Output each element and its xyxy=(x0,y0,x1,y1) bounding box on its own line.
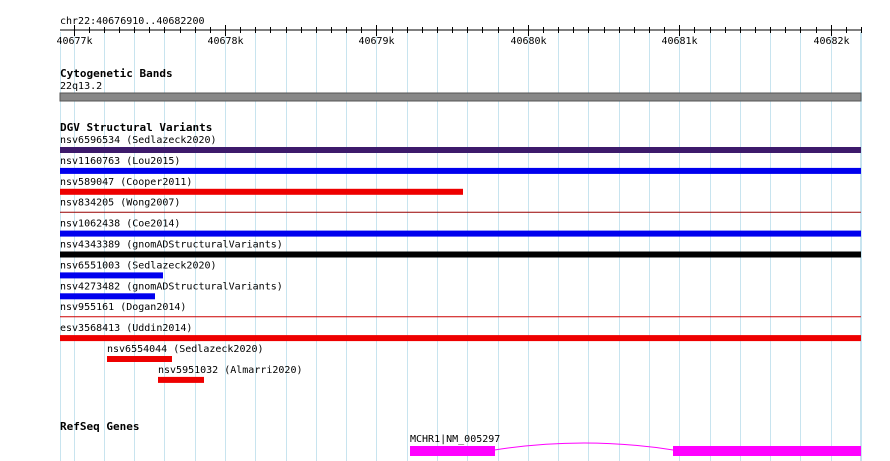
dgv-feature-bar[interactable] xyxy=(60,293,155,300)
dgv-feature-label: nsv955161 (Dogan2014) xyxy=(60,302,186,313)
refseq-track-title: RefSeq Genes xyxy=(60,420,139,433)
dgv-feature-bar[interactable] xyxy=(158,376,204,383)
dgv-feature-label: nsv6596534 (Sedlazeck2020) xyxy=(60,135,217,146)
dgv-feature-bar[interactable] xyxy=(60,272,163,279)
dgv-feature-label: nsv589047 (Cooper2011) xyxy=(60,177,192,188)
gene-exon[interactable] xyxy=(673,446,861,456)
gene-intron xyxy=(494,442,674,451)
cytoband-label: 22q13.2 xyxy=(60,81,102,92)
dgv-feature-bar[interactable] xyxy=(60,188,463,195)
dgv-track-title: DGV Structural Variants xyxy=(60,121,212,134)
dgv-feature-label: nsv6554044 (Sedlazeck2020) xyxy=(107,344,264,355)
dgv-feature-label: nsv834205 (Wong2007) xyxy=(60,198,180,209)
gene-label: MCHR1|NM_005297 xyxy=(410,434,500,445)
dgv-feature-bar[interactable] xyxy=(60,251,861,258)
dgv-feature[interactable]: nsv6551003 (Sedlazeck2020) xyxy=(60,260,217,279)
dgv-feature-label: nsv1062438 (Coe2014) xyxy=(60,219,180,230)
dgv-feature-label: nsv6551003 (Sedlazeck2020) xyxy=(60,260,217,271)
gene-exon[interactable] xyxy=(410,446,495,456)
ruler-tick-label: 40681k xyxy=(661,36,697,47)
dgv-feature[interactable]: nsv5951032 (Almarri2020) xyxy=(158,365,303,383)
location-label: chr22:40676910..40682200 xyxy=(60,16,205,27)
ruler-tick-label: 40679k xyxy=(358,36,394,47)
dgv-feature-label: nsv1160763 (Lou2015) xyxy=(60,156,180,167)
dgv-feature-bar[interactable] xyxy=(60,230,861,237)
ruler-tick-label: 40678k xyxy=(207,36,243,47)
dgv-feature[interactable]: nsv6554044 (Sedlazeck2020) xyxy=(107,344,264,362)
ruler-tick-label: 40677k xyxy=(56,36,92,47)
dgv-feature-bar[interactable] xyxy=(60,147,861,153)
genome-browser-view: chr22:40676910..40682200 40677k 40678k 406… xyxy=(56,16,862,461)
dgv-feature[interactable]: nsv589047 (Cooper2011) xyxy=(60,177,463,195)
dgv-feature-bar[interactable] xyxy=(60,167,861,174)
dgv-feature-label: nsv4273482 (gnomADStructuralVariants) xyxy=(60,281,283,292)
ruler-tick-label: 40680k xyxy=(510,36,546,47)
dgv-feature-label: esv3568413 (Uddin2014) xyxy=(60,323,192,334)
dgv-feature-label: nsv4343389 (gnomADStructuralVariants) xyxy=(60,240,283,251)
cytoband-track-title: Cytogenetic Bands xyxy=(60,67,173,80)
dgv-feature[interactable]: nsv4273482 (gnomADStructuralVariants) xyxy=(60,281,283,300)
cytoband-bar[interactable] xyxy=(59,92,862,102)
dgv-feature-bar[interactable] xyxy=(60,335,861,342)
dgv-feature-label: nsv5951032 (Almarri2020) xyxy=(158,365,303,376)
ruler-tick-label: 40682k xyxy=(813,36,849,47)
dgv-feature-bar[interactable] xyxy=(107,356,172,362)
